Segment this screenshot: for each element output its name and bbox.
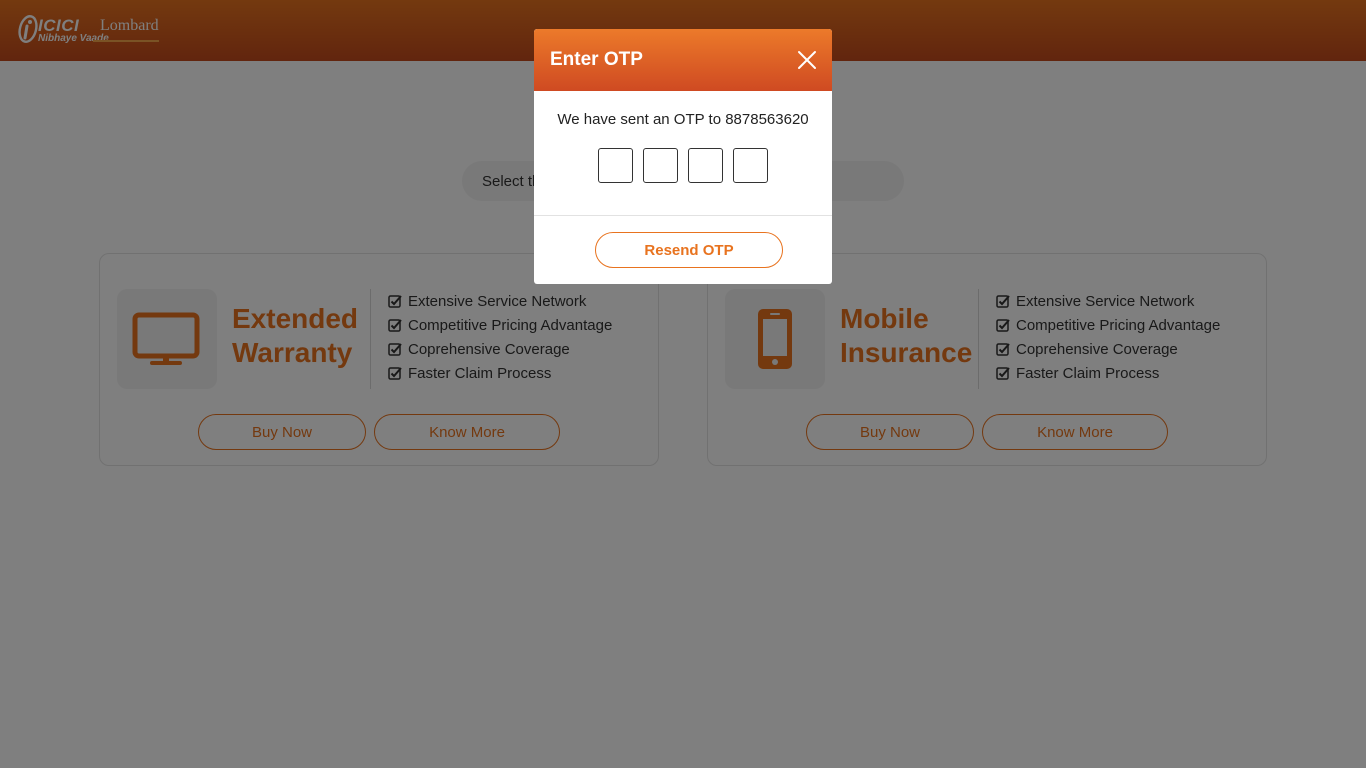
- otp-digit-4-input[interactable]: [733, 148, 768, 183]
- otp-digit-2-input[interactable]: [643, 148, 678, 183]
- otp-message: We have sent an OTP to 8878563620: [557, 111, 809, 128]
- otp-digit-3-input[interactable]: [688, 148, 723, 183]
- modal-title: Enter OTP: [550, 49, 643, 70]
- close-icon[interactable]: [796, 49, 818, 71]
- modal-divider: [534, 215, 832, 216]
- resend-otp-button[interactable]: Resend OTP: [595, 232, 783, 268]
- otp-modal: Enter OTP We have sent an OTP to 8878563…: [534, 29, 832, 284]
- otp-digit-1-input[interactable]: [598, 148, 633, 183]
- modal-header: Enter OTP: [534, 29, 832, 91]
